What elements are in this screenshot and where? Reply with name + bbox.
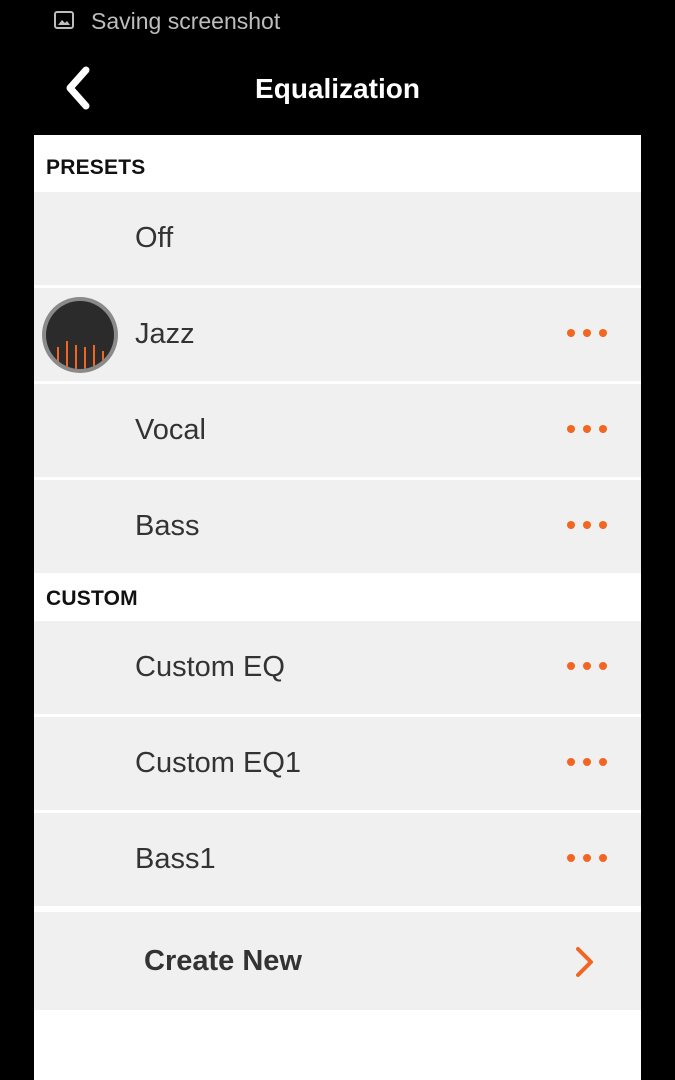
- preset-label: Off: [135, 222, 174, 254]
- equalizer-panel: PRESETS Off Jazz Vocal Bass CUSTOM Custo…: [34, 135, 641, 1080]
- more-options-button[interactable]: [567, 418, 607, 440]
- more-dot: [567, 329, 575, 337]
- custom-item-custom-eq[interactable]: Custom EQ: [34, 621, 641, 714]
- custom-item-custom-eq1[interactable]: Custom EQ1: [34, 717, 641, 810]
- equalizer-bars-icon: [57, 341, 104, 369]
- more-options-button[interactable]: [567, 847, 607, 869]
- more-options-button[interactable]: [567, 655, 607, 677]
- more-options-button[interactable]: [567, 751, 607, 773]
- preset-item-off[interactable]: Off: [34, 192, 641, 285]
- more-dot: [583, 662, 591, 670]
- more-dot: [599, 521, 607, 529]
- app-bar: Equalization: [0, 44, 675, 135]
- more-options-button[interactable]: [567, 514, 607, 536]
- more-dot: [599, 425, 607, 433]
- preset-item-jazz[interactable]: Jazz: [34, 288, 641, 381]
- presets-header: PRESETS: [46, 155, 146, 179]
- create-new-label: Create New: [144, 945, 302, 977]
- more-dot: [599, 329, 607, 337]
- preset-label: Bass: [135, 510, 200, 542]
- more-dot: [567, 521, 575, 529]
- more-options-button[interactable]: [567, 322, 607, 344]
- custom-label: Custom EQ1: [135, 747, 301, 779]
- more-dot: [583, 758, 591, 766]
- preset-item-bass[interactable]: Bass: [34, 480, 641, 573]
- custom-header: CUSTOM: [46, 587, 138, 610]
- more-dot: [599, 662, 607, 670]
- page-title: Equalization: [255, 73, 420, 104]
- more-dot: [583, 521, 591, 529]
- selected-eq-indicator: [42, 297, 118, 373]
- status-text: Saving screenshot: [91, 8, 281, 34]
- more-dot: [599, 758, 607, 766]
- more-dot: [583, 329, 591, 337]
- more-dot: [567, 854, 575, 862]
- custom-label: Bass1: [135, 843, 216, 875]
- preset-label: Vocal: [135, 414, 206, 446]
- more-dot: [583, 425, 591, 433]
- more-dot: [567, 758, 575, 766]
- custom-item-bass1[interactable]: Bass1: [34, 813, 641, 906]
- preset-label: Jazz: [135, 318, 195, 350]
- status-bar: Saving screenshot: [0, 0, 675, 44]
- image-icon: [54, 11, 74, 29]
- more-dot: [599, 854, 607, 862]
- more-dot: [567, 662, 575, 670]
- custom-label: Custom EQ: [135, 651, 285, 683]
- chevron-right-icon: [576, 947, 593, 977]
- create-new-button[interactable]: Create New: [34, 912, 641, 1010]
- more-dot: [583, 854, 591, 862]
- preset-item-vocal[interactable]: Vocal: [34, 384, 641, 477]
- more-dot: [567, 425, 575, 433]
